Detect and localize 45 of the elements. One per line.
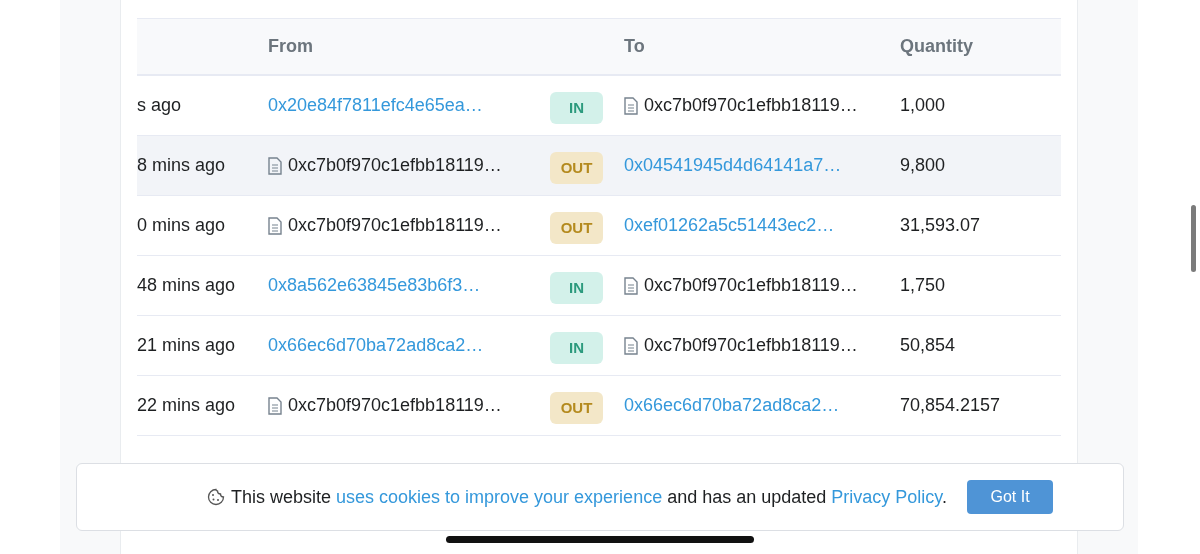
quantity-text: 31,593.07 [900, 215, 981, 236]
age-text: 48 mins ago [137, 275, 236, 296]
cookie-notice: This website uses cookies to improve your experience and has an updated Privacy Policy. [230, 486, 948, 508]
document-icon [268, 396, 282, 415]
column-header: To [623, 36, 646, 57]
contract-address[interactable]: 0xc7b0f970c1efbb18119… [288, 155, 502, 176]
document-icon [624, 276, 638, 295]
age-text: 8 mins ago [137, 155, 226, 176]
age-text: 0 mins ago [137, 215, 226, 236]
contract-address[interactable]: 0xc7b0f970c1efbb18119… [288, 395, 502, 416]
contract-address[interactable]: 0xc7b0f970c1efbb18119… [288, 215, 502, 236]
cookie-icon [206, 488, 225, 506]
got-it-button[interactable]: Got It [967, 480, 1054, 514]
direction-badge: OUT [550, 151, 603, 184]
age-text: 22 mins ago [137, 395, 236, 416]
document-icon [268, 216, 282, 235]
direction-badge: OUT [550, 391, 603, 424]
document-icon [268, 156, 282, 175]
contract-address[interactable]: 0xc7b0f970c1efbb18119… [644, 335, 858, 356]
document-icon [624, 96, 638, 115]
privacy-policy-link[interactable]: Privacy Policy [831, 486, 943, 507]
scrollbar-thumb[interactable] [1191, 205, 1196, 272]
age-text: s ago [137, 95, 182, 116]
quantity-text: 50,854 [900, 335, 956, 356]
quantity-text: 1,750 [900, 275, 946, 296]
address-link[interactable]: 0xef01262a5c51443ec2… [624, 215, 835, 236]
quantity-text: 1,000 [900, 95, 946, 116]
address-link[interactable]: 0x20e84f7811efc4e65ea… [268, 95, 483, 116]
direction-badge: OUT [550, 211, 603, 244]
age-text: 21 mins ago [137, 335, 236, 356]
contract-address[interactable]: 0xc7b0f970c1efbb18119… [644, 275, 858, 296]
address-link[interactable]: 0x66ec6d70ba72ad8ca2… [268, 335, 484, 356]
quantity-text: 9,800 [900, 155, 946, 176]
address-link[interactable]: 0x66ec6d70ba72ad8ca2… [624, 395, 840, 416]
document-icon [624, 336, 638, 355]
address-link[interactable]: 0x8a562e63845e83b6f3… [268, 275, 481, 296]
quantity-text: 70,854.2157 [900, 395, 1001, 416]
cookie-link[interactable]: uses cookies to improve your experience [336, 486, 663, 507]
column-header: Quantity [899, 36, 974, 57]
direction-badge: IN [550, 331, 603, 364]
contract-address[interactable]: 0xc7b0f970c1efbb18119… [644, 95, 858, 116]
direction-badge: IN [550, 91, 603, 124]
direction-badge: IN [550, 271, 603, 304]
column-header: From [268, 36, 314, 57]
address-link[interactable]: 0x04541945d4d64141a7… [624, 155, 842, 176]
